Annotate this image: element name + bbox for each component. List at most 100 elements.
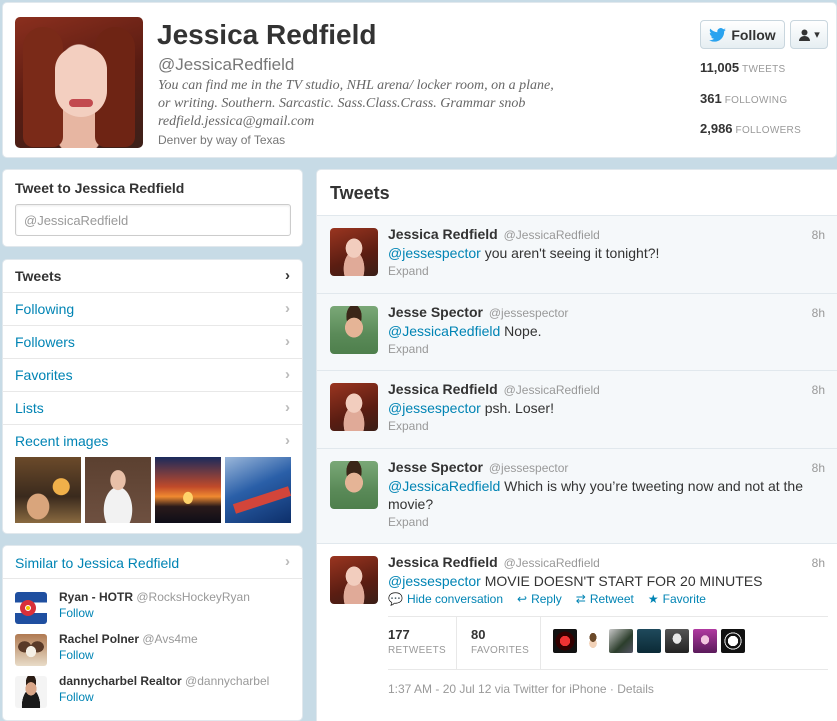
stat-value: 361 — [700, 91, 722, 106]
avatar[interactable] — [693, 629, 717, 653]
tweet-author-name[interactable]: Jessica Redfield — [388, 226, 498, 242]
nav-label: Recent images — [15, 433, 109, 449]
recent-image[interactable] — [225, 457, 292, 523]
avatar[interactable] — [330, 383, 378, 431]
retweet-count-label: RETWEETS — [388, 645, 446, 656]
favorite-button[interactable]: ★ Favorite — [648, 592, 706, 606]
speech-bubble-icon: 💬 — [388, 592, 403, 606]
tweet-author-name[interactable]: Jesse Spector — [388, 459, 483, 475]
follow-link[interactable]: Follow — [59, 690, 94, 704]
nav-followers[interactable]: Followers › — [3, 326, 302, 359]
avatar[interactable] — [553, 629, 577, 653]
person-icon — [799, 29, 811, 41]
stat-label: TWEETS — [742, 64, 786, 75]
nav-following[interactable]: Following › — [3, 293, 302, 326]
tweet[interactable]: Jessica Redfield @JessicaRedfield 8h @je… — [317, 371, 837, 449]
chevron-right-icon: › — [285, 366, 290, 383]
recent-image[interactable] — [15, 457, 81, 523]
tweet[interactable]: Jesse Spector @jessespector 8h @JessicaR… — [317, 294, 837, 371]
recent-image[interactable] — [155, 457, 221, 523]
avatar[interactable] — [330, 461, 378, 509]
profile-avatar[interactable] — [15, 17, 143, 148]
nav-tweets[interactable]: Tweets › — [3, 260, 302, 293]
avatar[interactable] — [665, 629, 689, 653]
tweet-actions: 💬 Hide conversation ↩ Reply ⇄ Retweet ★ Favo… — [388, 592, 706, 606]
hide-conversation-button[interactable]: 💬 Hide conversation — [388, 592, 503, 606]
timeline-title: Tweets — [330, 183, 390, 203]
retweet-count[interactable]: 177 RETWEETS — [388, 627, 446, 656]
recent-image[interactable] — [85, 457, 151, 523]
tweet-author-name[interactable]: Jesse Spector — [388, 304, 483, 320]
tweet-time[interactable]: 8h — [812, 461, 825, 475]
tweet-time[interactable]: 8h — [812, 306, 825, 320]
stat-followers[interactable]: 2,986 FOLLOWERS — [700, 121, 801, 136]
similar-title[interactable]: Similar to Jessica Redfield — [15, 555, 179, 571]
nav-lists[interactable]: Lists › — [3, 392, 302, 425]
profile-bio: You can find me in the TV studio, NHL ar… — [158, 78, 554, 129]
similar-user-handle: @Avs4me — [142, 632, 198, 646]
tweet-time[interactable]: 8h — [812, 383, 825, 397]
similar-user: dannycharbel Realtor @dannycharbel Follo… — [15, 674, 295, 710]
favorite-count-label: FAVORITES — [471, 645, 530, 656]
similar-user-name[interactable]: dannycharbel Realtor — [59, 674, 182, 688]
stat-following[interactable]: 361 FOLLOWING — [700, 91, 787, 106]
tweet-author-name[interactable]: Jessica Redfield — [388, 554, 498, 570]
mention-link[interactable]: @jessespector — [388, 245, 481, 261]
profile-card: Jessica Redfield @JessicaRedfield You ca… — [2, 2, 837, 158]
user-actions-button[interactable]: ▾ — [790, 20, 828, 49]
avatar[interactable] — [637, 629, 661, 653]
retweet-button[interactable]: ⇄ Retweet — [576, 592, 634, 606]
avatar[interactable] — [581, 629, 605, 653]
nav-label: Tweets — [15, 268, 62, 284]
tweet-expanded[interactable]: Jessica Redfield @JessicaRedfield 8h @je… — [317, 544, 837, 721]
tweet-text: you aren't seeing it tonight?! — [480, 245, 660, 261]
expand-link[interactable]: Expand — [388, 419, 429, 433]
expand-link[interactable]: Expand — [388, 264, 429, 278]
avatar[interactable] — [330, 306, 378, 354]
chevron-right-icon: › — [285, 399, 290, 416]
mention-link[interactable]: @JessicaRedfield — [388, 478, 500, 494]
reply-button[interactable]: ↩ Reply — [517, 592, 562, 606]
tweet-to-title: Tweet to Jessica Redfield — [15, 180, 185, 196]
similar-user-name[interactable]: Rachel Polner — [59, 632, 139, 646]
star-icon: ★ — [647, 592, 659, 606]
favorite-count-value: 80 — [471, 627, 486, 642]
avatar[interactable] — [330, 228, 378, 276]
mention-link[interactable]: @jessespector — [388, 573, 481, 589]
tweet-author-name[interactable]: Jessica Redfield — [388, 381, 498, 397]
tweet-stats: 177 RETWEETS 80 FAVORITES — [388, 616, 828, 670]
expand-link[interactable]: Expand — [388, 342, 429, 356]
tweet[interactable]: Jesse Spector @jessespector 8h @JessicaR… — [317, 449, 837, 544]
follow-button[interactable]: Follow — [700, 20, 785, 49]
retweeter-avatars — [553, 629, 745, 653]
stat-tweets[interactable]: 11,005 TWEETS — [700, 60, 786, 75]
nav-label: Favorites — [15, 367, 73, 383]
tweet-meta[interactable]: 1:37 AM - 20 Jul 12 via Twitter for iPho… — [388, 682, 654, 696]
favorite-count[interactable]: 80 FAVORITES — [471, 627, 529, 656]
profile-nav: Tweets › Following › Followers › Favorites ›… — [2, 259, 303, 534]
similar-user-handle: @dannycharbel — [185, 674, 270, 688]
follow-link[interactable]: Follow — [59, 648, 94, 662]
similar-user-name[interactable]: Ryan - HOTR — [59, 590, 133, 604]
tweet-to-box: Tweet to Jessica Redfield @JessicaRedfie… — [2, 169, 303, 247]
tweet-time[interactable]: 8h — [812, 228, 825, 242]
mention-link[interactable]: @JessicaRedfield — [388, 323, 500, 339]
chevron-right-icon: › — [285, 300, 290, 317]
chevron-right-icon: › — [285, 553, 290, 570]
mention-link[interactable]: @jessespector — [388, 400, 481, 416]
avatar[interactable] — [15, 634, 47, 666]
follow-link[interactable]: Follow — [59, 606, 94, 620]
avatar[interactable] — [15, 592, 47, 624]
avatar[interactable] — [721, 629, 745, 653]
avatar[interactable] — [609, 629, 633, 653]
tweet-to-input[interactable]: @JessicaRedfield — [15, 204, 291, 236]
nav-recent-images[interactable]: Recent images › — [3, 425, 302, 458]
nav-favorites[interactable]: Favorites › — [3, 359, 302, 392]
similar-user-handle: @RocksHockeyRyan — [136, 590, 250, 604]
avatar[interactable] — [330, 556, 378, 604]
expand-link[interactable]: Expand — [388, 515, 429, 529]
tweet[interactable]: Jessica Redfield @JessicaRedfield 8h @je… — [317, 216, 837, 294]
tweet-time[interactable]: 8h — [812, 556, 825, 570]
tweet-text: Nope. — [500, 323, 542, 339]
avatar[interactable] — [15, 676, 47, 708]
